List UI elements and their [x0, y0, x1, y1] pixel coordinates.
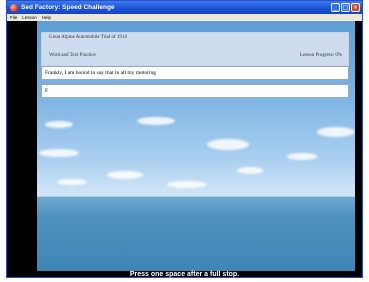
cloud: [57, 179, 87, 185]
menu-file[interactable]: File: [10, 14, 17, 21]
app-window: Sed Factory: Speed Challenge _ □ × File …: [6, 0, 363, 278]
menu-lesson[interactable]: Lesson: [22, 14, 37, 21]
cloud: [137, 117, 175, 125]
typing-input[interactable]: F: [41, 84, 349, 98]
cloud: [317, 127, 355, 137]
app-logo-icon: [10, 3, 18, 12]
close-button[interactable]: ×: [351, 3, 360, 12]
cloud: [39, 149, 79, 157]
cloud: [207, 139, 249, 150]
lesson-info-panel: Great Alpine Automobile Trial of 1914 Wo…: [41, 32, 349, 66]
cloud: [287, 153, 317, 160]
target-text-box: Frankly, I am bound to say that in all m…: [41, 66, 349, 80]
lesson-title: Great Alpine Automobile Trial of 1914: [49, 35, 127, 40]
window-title: Sed Factory: Speed Challenge: [21, 4, 115, 11]
target-text: Frankly, I am bound to say that in all m…: [45, 70, 157, 76]
lesson-progress: Lesson Progress: 0%: [300, 53, 342, 58]
cloud: [167, 181, 207, 188]
cloud: [107, 171, 143, 179]
lesson-subtitle: Word and Text Practice: [49, 53, 96, 58]
cloud: [45, 121, 73, 128]
typed-text: F: [45, 88, 49, 94]
content-area: Great Alpine Automobile Trial of 1914 Wo…: [7, 21, 362, 278]
menu-bar: File Lesson Help: [7, 14, 362, 21]
cloud: [237, 167, 263, 174]
minimize-button[interactable]: _: [331, 3, 340, 12]
menu-help[interactable]: Help: [42, 14, 51, 21]
title-bar[interactable]: Sed Factory: Speed Challenge _ □ ×: [7, 1, 362, 14]
hint-message: Press one space after a full stop.: [129, 271, 240, 278]
maximize-button[interactable]: □: [341, 3, 350, 12]
window-controls: _ □ ×: [331, 3, 360, 12]
